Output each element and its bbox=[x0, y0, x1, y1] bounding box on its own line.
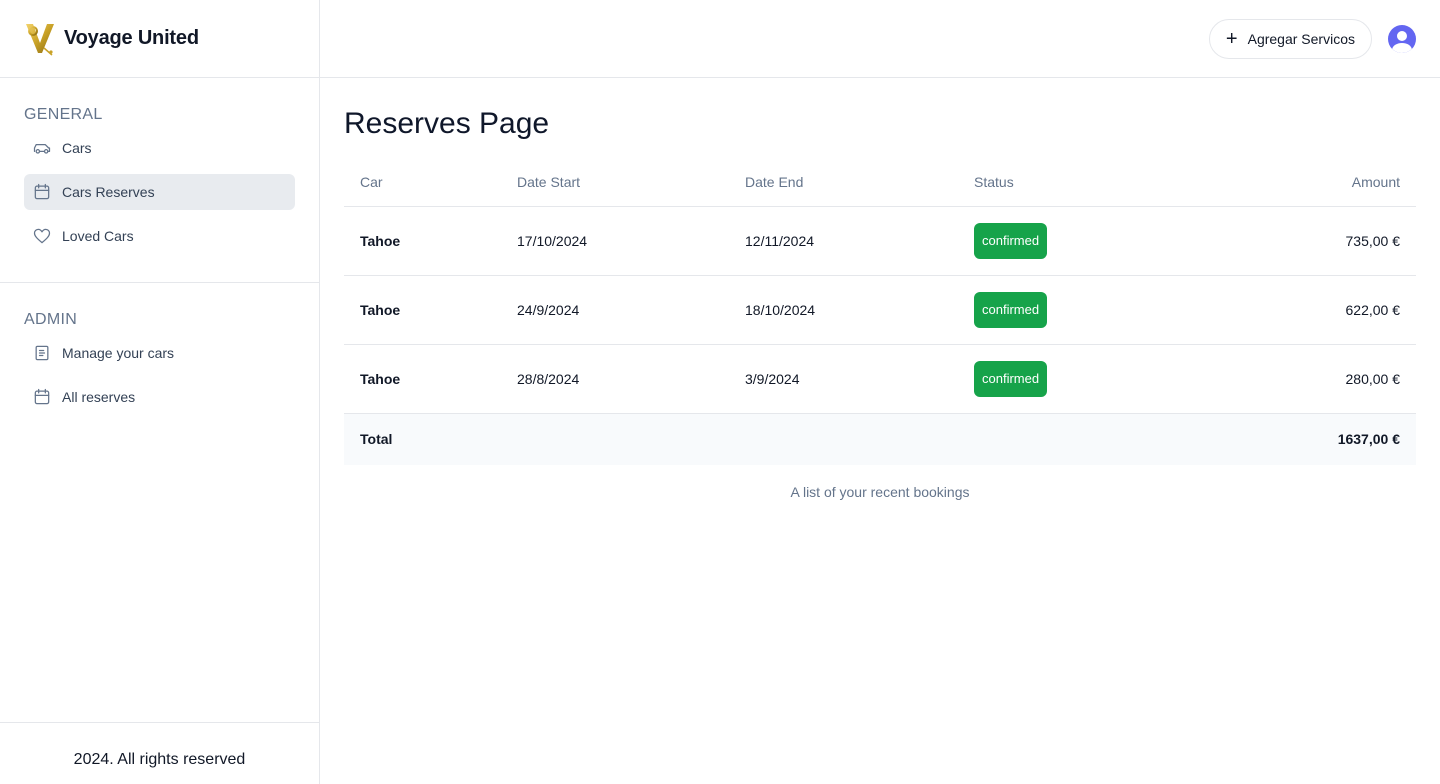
sidebar-item-all-reserves[interactable]: All reserves bbox=[24, 379, 295, 415]
heart-icon bbox=[32, 226, 52, 246]
brand[interactable]: Voyage United bbox=[0, 0, 319, 78]
sidebar: Voyage United GENERAL Cars Cars Reserves… bbox=[0, 0, 320, 784]
sidebar-item-manage-cars[interactable]: Manage your cars bbox=[24, 335, 295, 371]
cell-amount: 280,00 € bbox=[1158, 344, 1416, 414]
add-services-button[interactable]: + Agregar Servicos bbox=[1208, 18, 1372, 59]
status-badge: confirmed bbox=[974, 222, 1048, 259]
sidebar-item-label: Manage your cars bbox=[62, 345, 175, 361]
reserves-content: Reserves Page Car Date Start Date End St… bbox=[320, 78, 1440, 500]
cell-date-end: 18/10/2024 bbox=[729, 275, 958, 345]
main-area: + Agregar Servicos Reserves Page Car Dat… bbox=[320, 0, 1440, 784]
cell-date-end: 3/9/2024 bbox=[729, 344, 958, 414]
nav-heading-admin: ADMIN bbox=[24, 311, 78, 328]
cell-car: Tahoe bbox=[344, 275, 501, 345]
total-amount: 1637,00 € bbox=[1158, 413, 1416, 465]
header-status: Status bbox=[958, 158, 1158, 207]
calendar-icon bbox=[32, 182, 52, 202]
app-root: Voyage United GENERAL Cars Cars Reserves… bbox=[0, 0, 1440, 784]
table-caption: A list of your recent bookings bbox=[790, 484, 970, 500]
nav-heading-general: GENERAL bbox=[24, 106, 103, 123]
sidebar-footer: 2024. All rights reserved bbox=[0, 722, 319, 784]
reserves-table: Car Date Start Date End Status Amount Ta… bbox=[344, 158, 1416, 465]
user-avatar-icon[interactable] bbox=[1388, 24, 1416, 53]
sidebar-item-loved-cars[interactable]: Loved Cars bbox=[24, 218, 295, 254]
add-services-label: Agregar Servicos bbox=[1247, 30, 1355, 47]
header-amount: Amount bbox=[1158, 158, 1416, 207]
table-row[interactable]: Tahoe 17/10/2024 12/11/2024 confirmed 73… bbox=[344, 206, 1416, 276]
page-title: Reserves Page bbox=[344, 107, 550, 140]
header-date-end: Date End bbox=[729, 158, 958, 207]
cell-status: confirmed bbox=[958, 206, 1158, 276]
calendar-icon bbox=[32, 387, 52, 407]
cell-car: Tahoe bbox=[344, 344, 501, 414]
sidebar-item-cars-reserves[interactable]: Cars Reserves bbox=[24, 174, 295, 210]
table-header-row: Car Date Start Date End Status Amount bbox=[344, 158, 1416, 207]
header-date-start: Date Start bbox=[501, 158, 729, 207]
document-icon bbox=[32, 343, 52, 363]
cell-status: confirmed bbox=[958, 275, 1158, 345]
status-badge: confirmed bbox=[974, 291, 1048, 328]
table-total-row: Total 1637,00 € bbox=[344, 413, 1416, 465]
nav-section-admin: ADMIN Manage your cars All reserves bbox=[0, 283, 319, 423]
header-car: Car bbox=[344, 158, 501, 207]
cell-date-end: 12/11/2024 bbox=[729, 206, 958, 276]
table-row[interactable]: Tahoe 24/9/2024 18/10/2024 confirmed 622… bbox=[344, 275, 1416, 345]
cell-status: confirmed bbox=[958, 344, 1158, 414]
car-icon bbox=[32, 138, 52, 158]
sidebar-item-label: Loved Cars bbox=[62, 228, 134, 244]
status-badge: confirmed bbox=[974, 360, 1048, 397]
brand-name: Voyage United bbox=[64, 27, 199, 49]
sidebar-item-label: Cars bbox=[62, 140, 92, 156]
cell-date-start: 17/10/2024 bbox=[501, 206, 729, 276]
cell-amount: 735,00 € bbox=[1158, 206, 1416, 276]
topbar: + Agregar Servicos bbox=[320, 0, 1440, 78]
table-row[interactable]: Tahoe 28/8/2024 3/9/2024 confirmed 280,0… bbox=[344, 344, 1416, 414]
cell-date-start: 24/9/2024 bbox=[501, 275, 729, 345]
total-label: Total bbox=[344, 413, 1158, 465]
logo-icon bbox=[26, 23, 54, 56]
cell-amount: 622,00 € bbox=[1158, 275, 1416, 345]
sidebar-item-label: Cars Reserves bbox=[62, 184, 155, 200]
sidebar-item-label: All reserves bbox=[62, 389, 136, 405]
nav-section-general: GENERAL Cars Cars Reserves Loved Cars bbox=[0, 78, 319, 283]
plus-icon: + bbox=[1225, 27, 1238, 50]
cell-date-start: 28/8/2024 bbox=[501, 344, 729, 414]
cell-car: Tahoe bbox=[344, 206, 501, 276]
sidebar-item-cars[interactable]: Cars bbox=[24, 130, 295, 166]
